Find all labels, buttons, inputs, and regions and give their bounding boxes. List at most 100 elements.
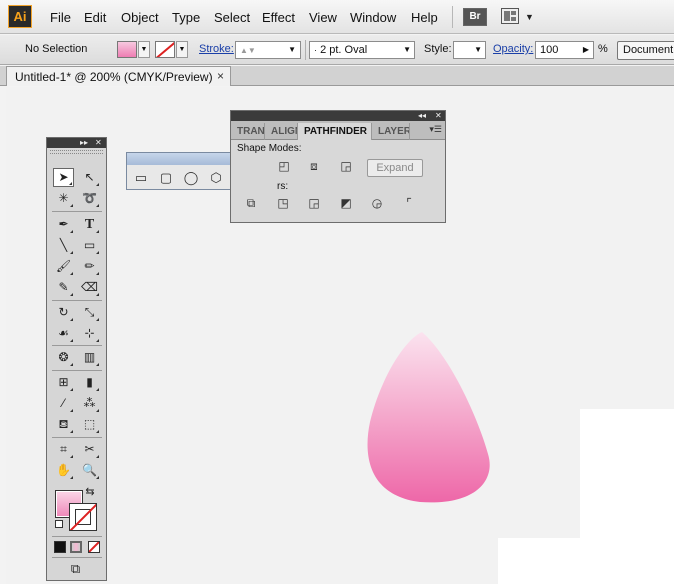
- pathfinder-merge-icon[interactable]: ◲: [305, 195, 323, 211]
- panel-grip[interactable]: [50, 150, 103, 154]
- collapse-icon[interactable]: ◂◂: [418, 111, 426, 121]
- opacity-label[interactable]: Opacity:: [493, 43, 533, 55]
- pathfinder-outline-icon[interactable]: ◶: [368, 195, 386, 211]
- zoom-tool-icon[interactable]: 🔍: [79, 461, 100, 480]
- menu-view[interactable]: View: [309, 10, 337, 25]
- opacity-field[interactable]: 100 ▶: [535, 41, 594, 59]
- pencil-tool-icon[interactable]: ✏: [79, 257, 100, 276]
- pathfinder-trim-icon[interactable]: ◳: [274, 195, 292, 211]
- selection-tool-icon[interactable]: ➤: [53, 168, 74, 187]
- brush-value: 2 pt. Oval: [320, 44, 368, 56]
- menu-object[interactable]: Object: [121, 10, 159, 25]
- artboard-tool-icon[interactable]: ⌗: [53, 440, 74, 459]
- drop-shape[interactable]: [364, 330, 494, 505]
- rectangle-tool-icon[interactable]: ▭: [79, 236, 100, 255]
- tab-layers[interactable]: LAYERS: [372, 123, 410, 140]
- menu-type[interactable]: Type: [172, 10, 200, 25]
- rounded-rectangle-tool-icon[interactable]: ▢: [156, 169, 176, 187]
- workspace-switcher-icon[interactable]: [501, 8, 519, 24]
- rotate-tool-icon[interactable]: ↻: [53, 303, 74, 322]
- toolbox-separator: [52, 211, 102, 212]
- expand-button[interactable]: Expand: [367, 159, 423, 177]
- ellipse-tool-icon[interactable]: ◯: [181, 169, 201, 187]
- document-tab-title: Untitled-1* @ 200% (CMYK/Preview): [15, 70, 213, 84]
- menu-help[interactable]: Help: [411, 10, 438, 25]
- pathfinder-minus-back-icon[interactable]: ⌜: [400, 195, 418, 211]
- pathfinder-panel-header[interactable]: ◂◂ ✕: [231, 111, 445, 121]
- polygon-tool-icon[interactable]: ⬡: [206, 169, 226, 187]
- opacity-value: 100: [540, 44, 559, 56]
- fill-dropdown[interactable]: ▼: [138, 41, 150, 58]
- blend-tool-icon[interactable]: ⁂: [79, 394, 100, 413]
- separator: [305, 40, 306, 60]
- tab-transform[interactable]: TRAN: [231, 123, 265, 140]
- scale-tool-icon[interactable]: ⤡: [79, 303, 100, 322]
- stroke-weight-field[interactable]: ▲▼ ▼: [235, 41, 301, 59]
- toolbox-separator: [52, 437, 102, 438]
- chevron-down-icon[interactable]: ▼: [525, 12, 534, 22]
- artboard-region: [498, 538, 588, 584]
- control-bar: No Selection ▼ ▼ Stroke: ▲▼ ▼ · 2 pt. Ova…: [0, 35, 674, 65]
- document-tab[interactable]: Untitled-1* @ 200% (CMYK/Preview) ×: [6, 66, 231, 86]
- stroke-dropdown[interactable]: ▼: [176, 41, 188, 58]
- shape-mode-unite-icon[interactable]: ◰: [275, 158, 293, 174]
- brush-definition-field[interactable]: · 2 pt. Oval ▼: [309, 41, 415, 59]
- tab-pathfinder[interactable]: PATHFINDER: [298, 123, 372, 140]
- free-transform-tool-icon[interactable]: ⊹: [79, 324, 100, 343]
- stroke-color-swatch[interactable]: [69, 503, 97, 531]
- pathfinder-panel: ◂◂ ✕ TRAN ALIGN PATHFINDER LAYERS ▾☰ Sha…: [230, 110, 446, 223]
- menu-edit[interactable]: Edit: [84, 10, 106, 25]
- close-icon[interactable]: ✕: [435, 111, 442, 121]
- mesh-tool-icon[interactable]: ⊞: [53, 373, 74, 392]
- bridge-button[interactable]: Br: [463, 8, 487, 26]
- gradient-mode-icon[interactable]: [70, 541, 82, 553]
- magic-wand-tool-icon[interactable]: ✳: [53, 189, 74, 208]
- menu-select[interactable]: Select: [214, 10, 250, 25]
- document-setup-button[interactable]: Document S: [617, 41, 674, 60]
- artboard-region: [580, 409, 674, 584]
- warp-tool-icon[interactable]: ☙: [53, 324, 74, 343]
- eyedropper-tool-icon[interactable]: ⁄: [53, 394, 74, 413]
- line-tool-icon[interactable]: ╲: [53, 236, 74, 255]
- paintbrush-tool-icon[interactable]: 🖌: [53, 257, 74, 276]
- symbol-sprayer-tool-icon[interactable]: ❂: [53, 348, 74, 367]
- pathfinder-tabs: TRAN ALIGN PATHFINDER LAYERS ▾☰: [231, 121, 445, 140]
- style-dropdown[interactable]: ▼: [453, 41, 486, 59]
- pathfinder-crop-icon[interactable]: ◩: [337, 195, 355, 211]
- eraser-tool-icon[interactable]: ⌫: [79, 278, 100, 297]
- live-paint-bucket-tool-icon[interactable]: ⛾: [53, 415, 74, 434]
- live-paint-selection-tool-icon[interactable]: ⬚: [79, 415, 100, 434]
- color-mode-icon[interactable]: [54, 541, 66, 553]
- column-graph-tool-icon[interactable]: ▥: [79, 348, 100, 367]
- shape-mode-exclude-icon[interactable]: ◲: [337, 158, 355, 174]
- collapse-icon[interactable]: ▸▸: [80, 138, 88, 148]
- tools-panel-header[interactable]: ▸▸ ✕: [47, 138, 106, 148]
- gradient-tool-icon[interactable]: ▮: [79, 373, 100, 392]
- menu-file[interactable]: File: [50, 10, 71, 25]
- stroke-label[interactable]: Stroke:: [199, 43, 234, 55]
- menu-effect[interactable]: Effect: [262, 10, 295, 25]
- panel-menu-icon[interactable]: ▾☰: [429, 124, 442, 135]
- blob-brush-tool-icon[interactable]: ✎: [53, 278, 74, 297]
- lasso-tool-icon[interactable]: ➰: [79, 189, 100, 208]
- hand-tool-icon[interactable]: ✋: [53, 461, 74, 480]
- type-tool-icon[interactable]: T: [79, 215, 100, 234]
- tab-align[interactable]: ALIGN: [265, 123, 298, 140]
- close-icon[interactable]: ✕: [95, 138, 102, 148]
- pen-tool-icon[interactable]: ✒: [53, 215, 74, 234]
- none-mode-icon[interactable]: [88, 541, 100, 553]
- screen-mode-icon[interactable]: ⧉: [65, 559, 86, 578]
- rectangle-tool-icon[interactable]: ▭: [131, 169, 151, 187]
- default-fill-stroke-icon[interactable]: [55, 520, 63, 528]
- pathfinder-divide-icon[interactable]: ⧉: [242, 195, 260, 211]
- menu-bar: Ai File Edit Object Type Select Effect V…: [0, 0, 674, 34]
- toolbox-separator: [52, 536, 102, 537]
- slice-tool-icon[interactable]: ✂: [79, 440, 100, 459]
- direct-selection-tool-icon[interactable]: ↖: [79, 168, 100, 187]
- menu-window[interactable]: Window: [350, 10, 396, 25]
- shape-mode-intersect-icon[interactable]: ⧈: [305, 158, 323, 174]
- swap-fill-stroke-icon[interactable]: ⇆: [83, 483, 97, 502]
- fill-swatch[interactable]: [117, 41, 137, 58]
- close-icon[interactable]: ×: [217, 69, 224, 83]
- stroke-swatch[interactable]: [155, 41, 175, 58]
